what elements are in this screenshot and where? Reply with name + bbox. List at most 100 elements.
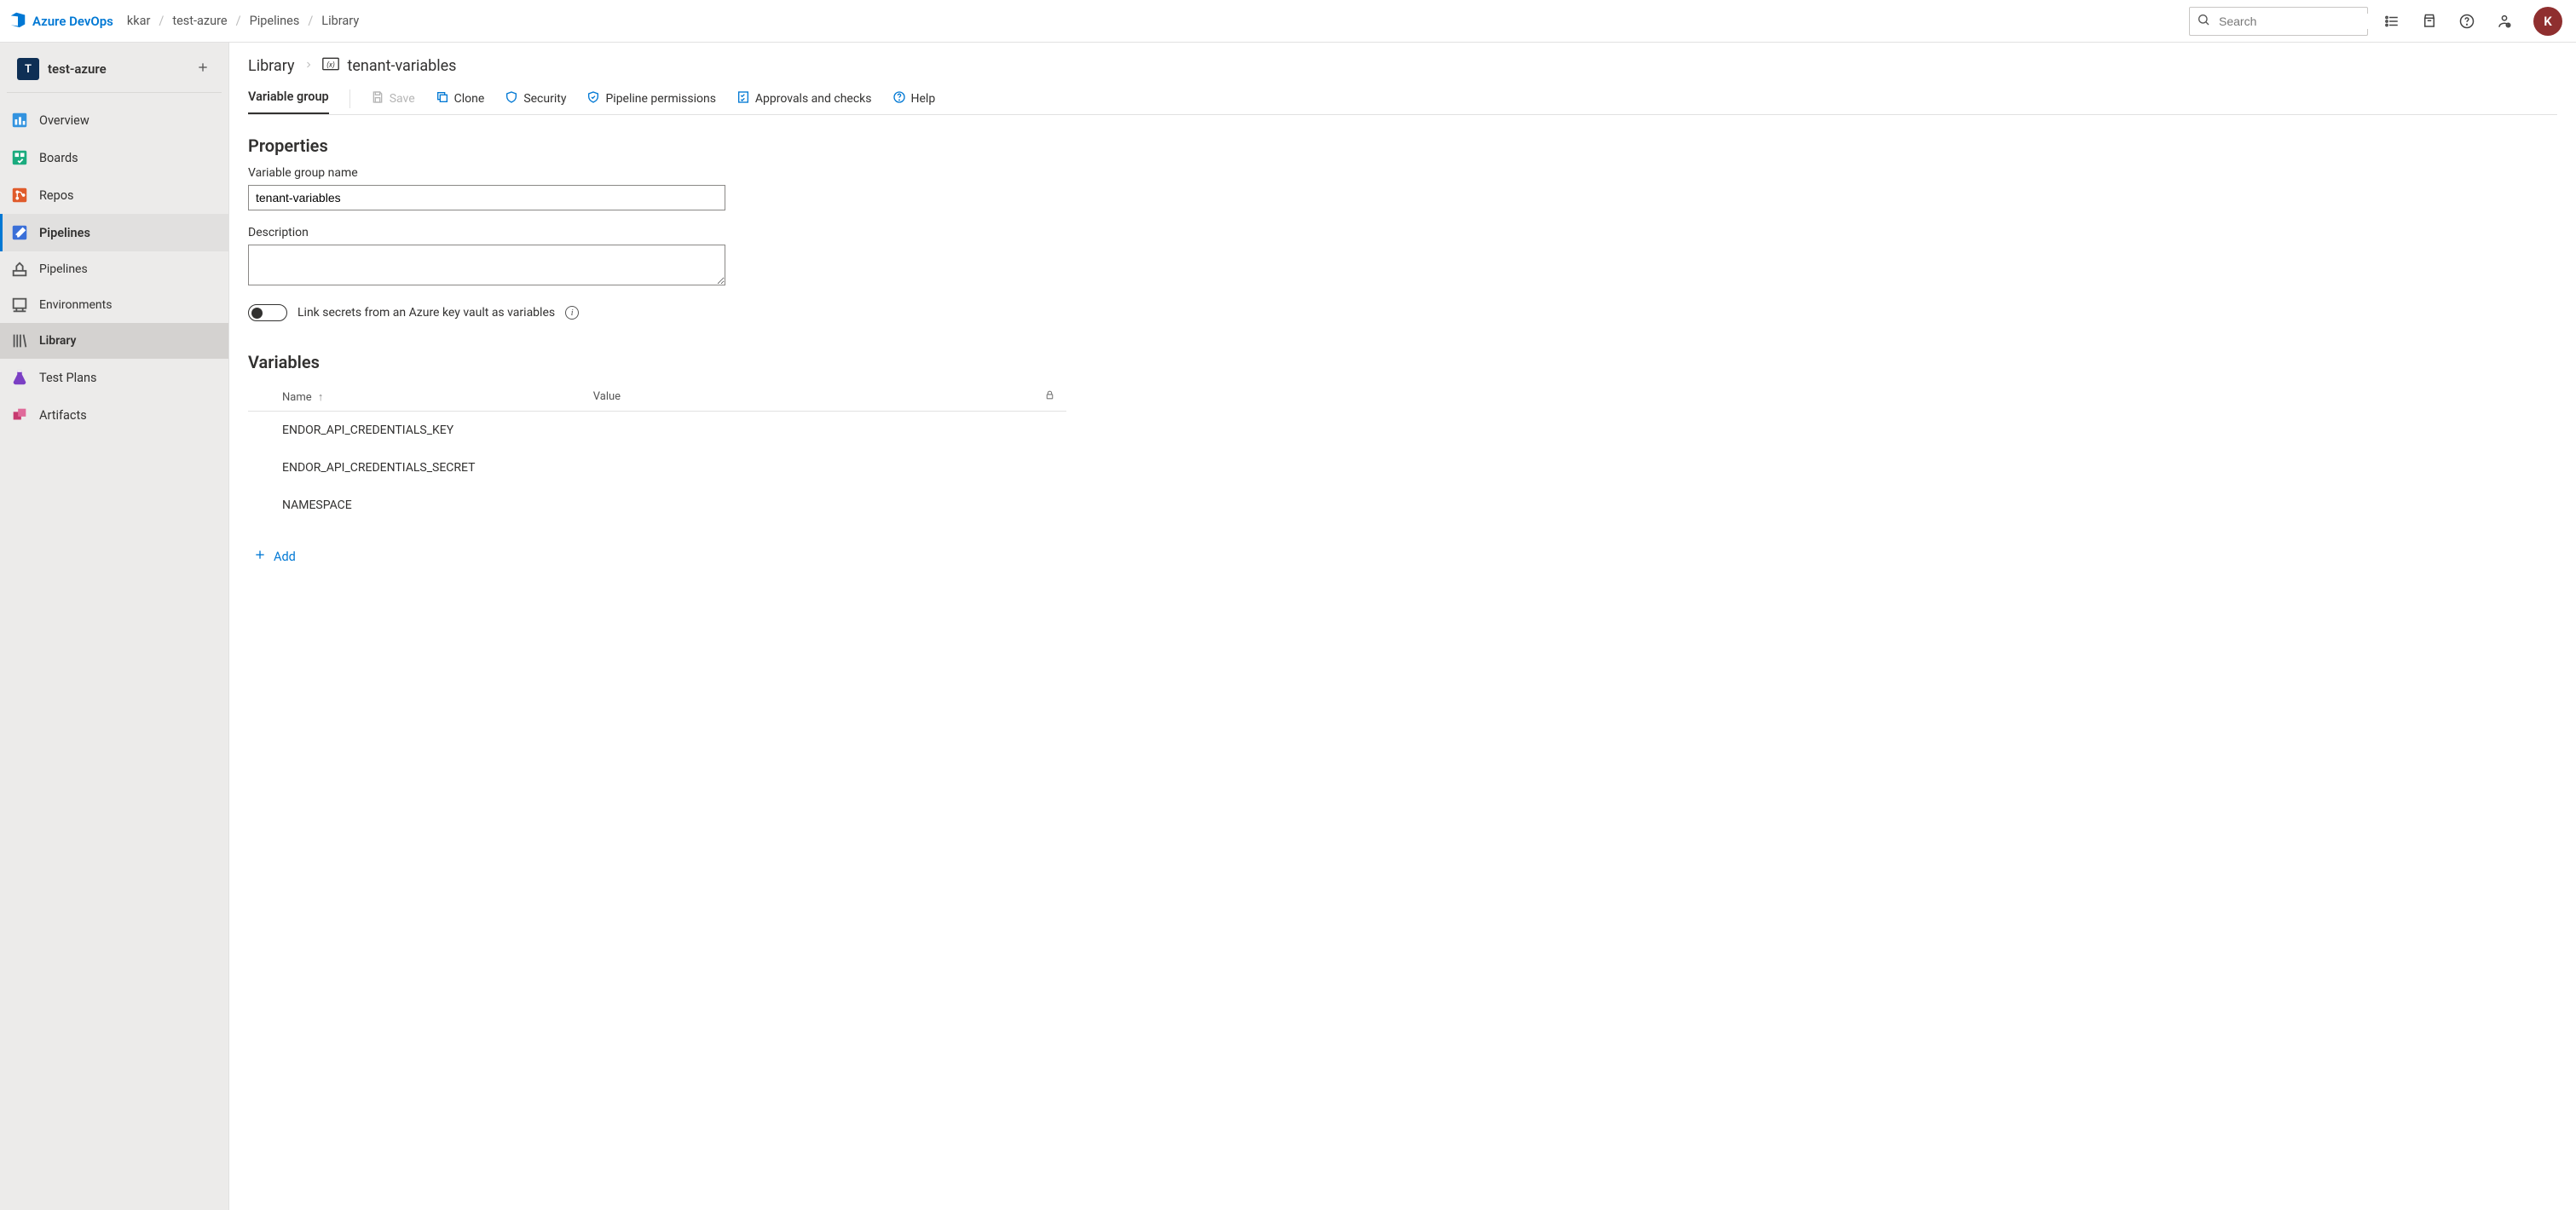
repos-icon — [10, 186, 29, 205]
overview-icon — [10, 111, 29, 130]
brand-name: Azure DevOps — [32, 14, 113, 29]
avatar-initial: K — [2544, 14, 2552, 29]
sidebar-sub-pipelines[interactable]: Pipelines — [0, 251, 228, 287]
help-button[interactable]: Help — [892, 84, 936, 114]
breadcrumb-area[interactable]: Pipelines — [250, 14, 300, 28]
vg-desc-input[interactable] — [248, 245, 725, 285]
col-header-name[interactable]: Name ↑ — [248, 383, 559, 412]
var-name: ENDOR_API_CREDENTIALS_KEY — [248, 412, 559, 450]
sidebar-item-label: Overview — [39, 113, 90, 128]
sidebar-item-artifacts[interactable]: Artifacts — [0, 396, 228, 434]
sidebar-sub-environments[interactable]: Environments — [0, 287, 228, 323]
sidebar-item-overview[interactable]: Overview — [0, 101, 228, 139]
table-row[interactable]: ENDOR_API_CREDENTIALS_SECRET — [248, 449, 1066, 487]
sidebar-item-label: Test Plans — [39, 371, 97, 385]
save-button: Save — [371, 84, 415, 114]
search-input[interactable] — [2217, 14, 2375, 29]
azure-devops-logo-link[interactable]: Azure DevOps — [9, 10, 113, 32]
breadcrumb-org[interactable]: kkar — [127, 14, 151, 28]
toggle-knob — [251, 308, 263, 319]
checklist-icon — [736, 90, 750, 107]
marketplace-icon[interactable] — [2416, 8, 2443, 35]
info-icon[interactable]: i — [565, 306, 579, 320]
sidebar-item-test-plans[interactable]: Test Plans — [0, 359, 228, 396]
tab-variable-group[interactable]: Variable group — [248, 83, 329, 114]
sidebar-item-label: Pipelines — [39, 226, 90, 240]
vg-name-label: Variable group name — [248, 166, 2557, 180]
variables-heading: Variables — [248, 352, 2557, 372]
main-content: Library (x) tenant-variables Variable gr… — [229, 43, 2576, 1210]
sidebar-item-boards[interactable]: Boards — [0, 139, 228, 176]
breadcrumb-sep: / — [308, 14, 313, 28]
top-breadcrumb: kkar / test-azure / Pipelines / Library — [127, 14, 359, 28]
breadcrumb-project[interactable]: test-azure — [172, 14, 227, 28]
add-variable-button[interactable]: Add — [253, 548, 296, 565]
sidebar-sub-label: Library — [39, 334, 77, 348]
sort-asc-icon: ↑ — [318, 391, 324, 404]
clone-button[interactable]: Clone — [436, 84, 485, 114]
test-plans-icon — [10, 368, 29, 387]
shield-check-icon — [586, 90, 600, 107]
breadcrumb-library[interactable]: Library — [248, 57, 295, 75]
save-icon — [371, 90, 384, 107]
page-breadcrumb: Library (x) tenant-variables — [248, 56, 2557, 76]
work-items-icon[interactable] — [2378, 8, 2406, 35]
user-avatar[interactable]: K — [2533, 7, 2562, 36]
var-value — [559, 412, 1032, 450]
approvals-checks-button[interactable]: Approvals and checks — [736, 84, 872, 114]
breadcrumb-sep: / — [159, 14, 164, 28]
sidebar: T test-azure Overview Boards — [0, 43, 229, 1210]
help-icon[interactable] — [2453, 8, 2481, 35]
security-button[interactable]: Security — [505, 84, 566, 114]
sidebar-item-label: Artifacts — [39, 408, 87, 423]
var-value — [559, 449, 1032, 487]
properties-heading: Properties — [248, 135, 2557, 156]
new-item-button[interactable] — [196, 60, 210, 78]
table-row[interactable]: NAMESPACE — [248, 487, 1066, 524]
col-header-value-text: Value — [593, 390, 621, 403]
plus-icon — [253, 548, 267, 565]
sidebar-item-label: Boards — [39, 151, 78, 165]
pipeline-permissions-button[interactable]: Pipeline permissions — [586, 84, 715, 114]
sidebar-item-pipelines[interactable]: Pipelines — [0, 214, 228, 251]
project-initial: T — [25, 63, 32, 76]
variable-group-icon: (x) — [322, 56, 339, 76]
col-header-value[interactable]: Value — [559, 383, 1032, 412]
save-label: Save — [390, 92, 415, 106]
global-search[interactable] — [2189, 7, 2368, 36]
breadcrumb-page[interactable]: Library — [321, 14, 359, 28]
svg-text:(x): (x) — [326, 60, 335, 69]
col-header-lock — [1032, 383, 1066, 412]
boards-icon — [10, 148, 29, 167]
project-header[interactable]: T test-azure — [7, 53, 222, 93]
pipeline-permissions-label: Pipeline permissions — [605, 92, 715, 106]
variables-table: Name ↑ Value ENDOR_API_CREDENTIALS_KEY — [248, 383, 1066, 524]
sidebar-sub-library[interactable]: Library — [0, 323, 228, 359]
keyvault-toggle[interactable] — [248, 304, 287, 321]
search-icon — [2197, 13, 2210, 30]
vg-name-input[interactable] — [248, 185, 725, 210]
security-icon — [505, 90, 518, 107]
chevron-right-icon — [303, 60, 314, 73]
environments-icon — [10, 296, 29, 314]
var-name: ENDOR_API_CREDENTIALS_SECRET — [248, 449, 559, 487]
project-badge: T — [17, 58, 39, 80]
azure-devops-icon — [9, 10, 27, 32]
sidebar-sub-label: Environments — [39, 298, 112, 312]
add-label: Add — [274, 550, 296, 564]
var-name: NAMESPACE — [248, 487, 559, 524]
toolbar-divider — [349, 89, 350, 108]
col-header-name-text: Name — [282, 391, 312, 404]
sidebar-item-label: Repos — [39, 188, 74, 203]
lock-icon — [1044, 391, 1055, 404]
vg-desc-label: Description — [248, 226, 2557, 239]
settings-icon[interactable] — [2491, 8, 2518, 35]
var-value — [559, 487, 1032, 524]
var-lock — [1032, 487, 1066, 524]
clone-icon — [436, 90, 449, 107]
approvals-checks-label: Approvals and checks — [755, 92, 872, 106]
breadcrumb-sep: / — [236, 14, 241, 28]
sidebar-item-repos[interactable]: Repos — [0, 176, 228, 214]
table-row[interactable]: ENDOR_API_CREDENTIALS_KEY — [248, 412, 1066, 450]
var-lock — [1032, 412, 1066, 450]
